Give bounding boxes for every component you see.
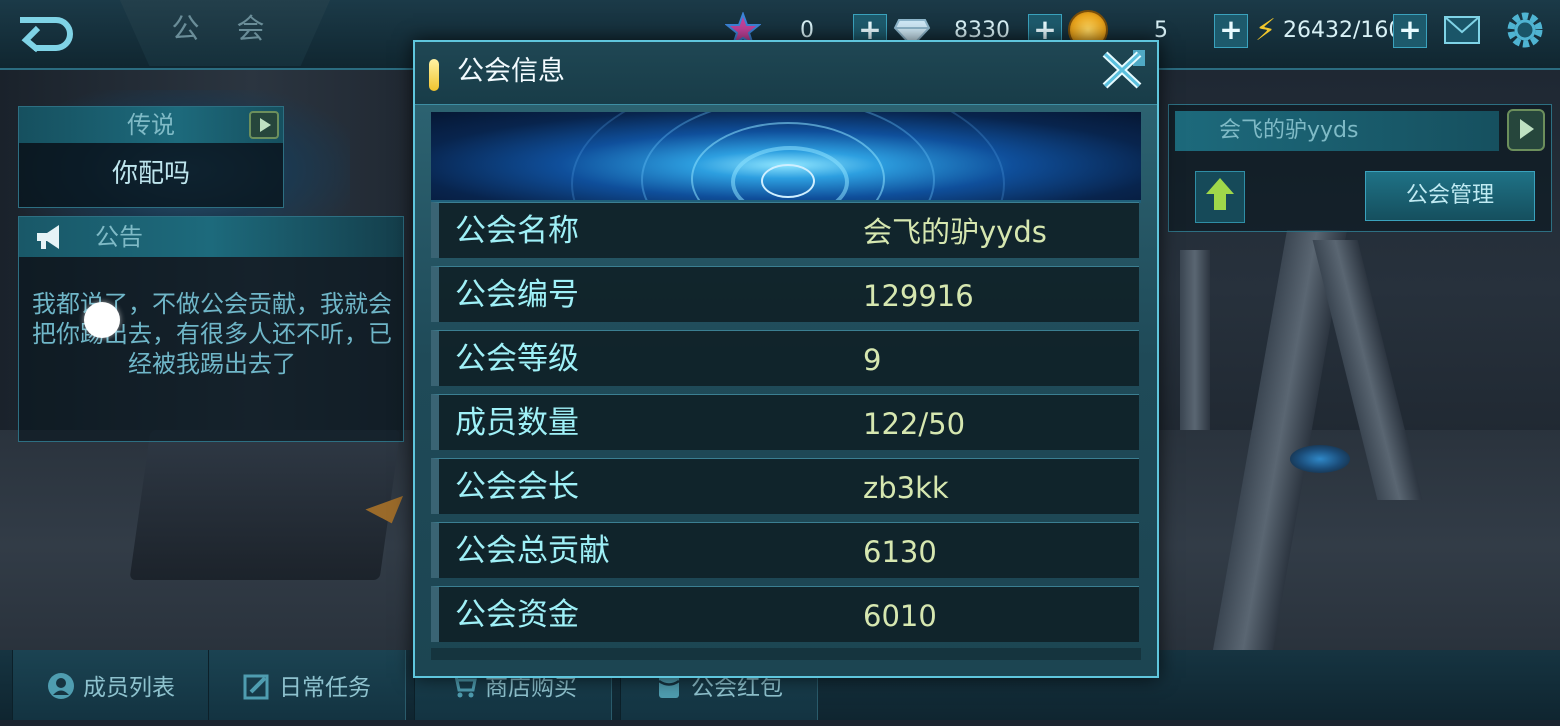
- row-label: 公会等级: [455, 341, 579, 377]
- rank-play-icon[interactable]: [249, 111, 279, 139]
- task-icon: [243, 674, 269, 699]
- guild-manage-button[interactable]: 公会管理: [1365, 171, 1535, 221]
- notice-text: 我都说了，不做公会贡献，我就会把你踢出去，有很多人还不听，已经被我踢出去了: [32, 290, 392, 378]
- row-label: 成员数量: [455, 405, 579, 441]
- row-value: zb3kk: [863, 471, 949, 505]
- gear-icon[interactable]: [1503, 8, 1547, 52]
- add-energy-button[interactable]: +: [1393, 14, 1427, 48]
- back-button[interactable]: [12, 12, 78, 56]
- tab-daily-tasks[interactable]: 日常任务: [208, 650, 406, 720]
- energy-icon: ⚡: [1255, 13, 1277, 48]
- info-row-guild-id: 公会编号 129916: [431, 266, 1139, 322]
- info-row-guild-name: 公会名称 会飞的驴yyds: [431, 202, 1139, 258]
- row-value: 6130: [863, 535, 937, 569]
- touch-indicator: [84, 302, 120, 338]
- guild-banner-image: [431, 112, 1141, 203]
- notice-panel: 公告 我都说了，不做公会贡献，我就会把你踢出去，有很多人还不听，已经被我踢出去了: [18, 216, 404, 442]
- dialog-header: 公会信息: [415, 42, 1157, 105]
- row-label: 公会名称: [455, 213, 579, 249]
- row-label: 公会编号: [455, 277, 579, 313]
- info-row-guild-leader: 公会会长 zb3kk: [431, 458, 1139, 514]
- close-icon[interactable]: [1099, 46, 1149, 94]
- member-icon: [48, 672, 74, 699]
- tab-member-list[interactable]: 成员列表: [12, 650, 210, 720]
- row-label: 公会会长: [455, 469, 579, 505]
- info-row-total-contribution: 公会总贡献 6130: [431, 522, 1139, 578]
- row-value: 122/50: [863, 407, 966, 441]
- row-value: 9: [863, 343, 882, 377]
- info-row-member-count: 成员数量 122/50: [431, 394, 1139, 450]
- tab-label: 日常任务: [279, 675, 371, 701]
- info-row-guild-level: 公会等级 9: [431, 330, 1139, 386]
- upgrade-arrow-button[interactable]: [1195, 171, 1245, 223]
- row-value: 129916: [863, 279, 974, 313]
- row-label: 公会总贡献: [455, 533, 610, 569]
- row-value: 6010: [863, 599, 937, 633]
- add-coin-button[interactable]: +: [1214, 14, 1248, 48]
- guild-name-label: 会飞的驴yyds: [1175, 111, 1499, 151]
- tab-label: 商店购买: [485, 675, 577, 701]
- rank-name: 你配吗: [111, 159, 190, 189]
- row-label: 公会资金: [455, 597, 579, 633]
- megaphone-icon: [37, 225, 59, 249]
- dialog-footer: [431, 648, 1141, 660]
- guild-info-dialog: 公会信息 公会名称 会飞的驴yyds 公会编号 129916 公会等级 9 成员…: [413, 40, 1159, 678]
- rank-panel: 传说 你配吗: [18, 106, 284, 208]
- header-pill-icon: [429, 59, 439, 91]
- guild-play-icon[interactable]: [1507, 109, 1545, 151]
- dialog-title: 公会信息: [457, 56, 565, 87]
- tab-label: 公会红包: [691, 675, 783, 701]
- info-row-guild-funds: 公会资金 6010: [431, 586, 1139, 642]
- row-value: 会飞的驴yyds: [863, 215, 1047, 249]
- guild-info-panel: 会飞的驴yyds 公会管理: [1168, 104, 1552, 232]
- background-pillar: [1180, 250, 1210, 430]
- mail-icon[interactable]: [1444, 16, 1480, 44]
- notice-title: 公告: [19, 217, 403, 257]
- tab-label: 成员列表: [83, 675, 175, 701]
- background-disc: [1290, 445, 1350, 473]
- page-title: 公 会: [120, 0, 330, 66]
- back-arrow-icon: [20, 17, 73, 53]
- rank-title: 传说: [19, 107, 283, 143]
- background-console: [129, 430, 401, 580]
